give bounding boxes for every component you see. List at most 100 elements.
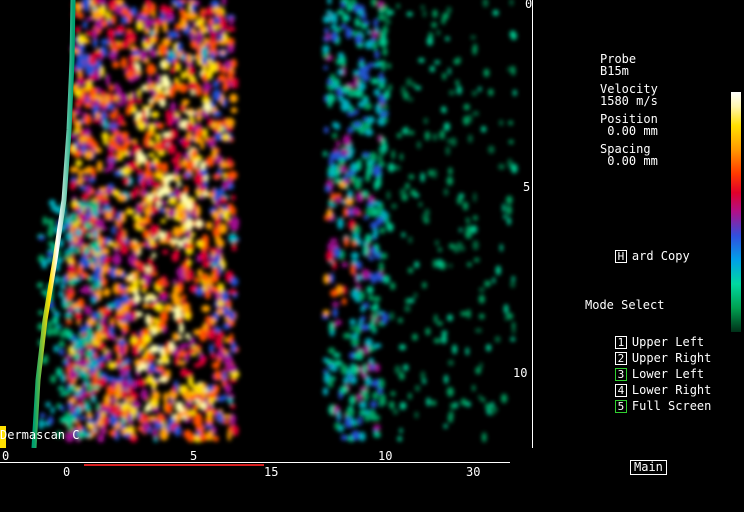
speckle-dot xyxy=(218,264,223,275)
speckle-dot xyxy=(137,168,143,175)
speckle-dot xyxy=(114,82,119,89)
speckle-dot xyxy=(337,68,344,76)
speckle-dot xyxy=(353,178,362,190)
speckle-dot xyxy=(86,383,94,393)
upper-axis-tick: 5 xyxy=(190,449,198,463)
speckle-dot xyxy=(399,188,407,197)
speckle-dot xyxy=(365,409,370,415)
speckle-dot xyxy=(401,85,406,96)
speckle-dot xyxy=(99,106,108,111)
speckle-dot xyxy=(201,305,211,313)
speckle-dot xyxy=(67,267,77,275)
speckle-dot xyxy=(181,415,187,420)
speckle-dot xyxy=(396,132,402,139)
speckle-dot xyxy=(366,286,374,294)
speckle-dot xyxy=(160,353,170,364)
speckle-dot xyxy=(397,436,403,442)
hard-copy-button[interactable]: Hard Copy xyxy=(586,235,690,277)
speckle-dot xyxy=(222,370,227,382)
speckle-dot xyxy=(230,341,237,354)
speckle-dot xyxy=(370,319,375,330)
speckle-dot xyxy=(136,378,147,387)
speckle-dot xyxy=(196,430,201,436)
speckle-dot xyxy=(349,318,356,326)
speckle-dot xyxy=(132,214,141,221)
speckle-dot xyxy=(443,188,449,196)
speckle-dot xyxy=(389,401,395,410)
speckle-dot xyxy=(180,71,186,80)
speckle-dot xyxy=(340,1,346,9)
speckle-dot xyxy=(383,274,390,284)
speckle-dot xyxy=(187,259,192,266)
speckle-dot xyxy=(156,199,161,209)
speckle-dot xyxy=(340,434,348,441)
speckle-dot xyxy=(147,76,152,86)
speckle-dot xyxy=(333,247,341,259)
speckle-dot xyxy=(88,177,96,183)
speckle-dot xyxy=(106,302,116,310)
speckle-dot xyxy=(330,289,339,297)
speckle-dot xyxy=(175,112,180,118)
speckle-dot xyxy=(484,280,491,287)
speckle-dot xyxy=(228,393,235,399)
speckle-dot xyxy=(227,70,234,81)
speckle-dot xyxy=(208,120,214,127)
speckle-dot xyxy=(77,12,84,19)
mode-full-screen-button[interactable]: 5 Full Screen xyxy=(586,385,711,427)
speckle-dot xyxy=(142,334,152,344)
speckle-dot xyxy=(399,344,406,351)
speckle-dot xyxy=(222,179,229,190)
speckle-dot xyxy=(354,324,362,336)
speckle-dot xyxy=(116,152,121,159)
speckle-dot xyxy=(438,247,442,252)
speckle-dot xyxy=(132,383,138,390)
speckle-dot xyxy=(426,36,434,46)
speckle-dot xyxy=(120,379,130,390)
speckle-dot xyxy=(408,174,415,180)
speckle-dot xyxy=(137,267,147,273)
speckle-dot xyxy=(333,78,341,83)
speckle-dot xyxy=(339,165,348,173)
speckle-dot xyxy=(120,57,127,69)
speckle-dot xyxy=(148,362,156,372)
speckle-dot xyxy=(75,60,85,71)
speckle-dot xyxy=(345,27,353,39)
speckle-dot xyxy=(66,257,74,264)
speckle-dot xyxy=(191,3,197,13)
speckle-dot xyxy=(204,424,214,429)
speckle-dot xyxy=(406,78,412,87)
speckle-dot xyxy=(158,230,166,240)
speckle-dot xyxy=(199,23,205,34)
speckle-dot xyxy=(216,396,226,402)
speckle-dot xyxy=(143,295,151,303)
speckle-dot xyxy=(82,21,88,29)
speckle-dot xyxy=(434,60,441,65)
speckle-dot xyxy=(117,114,124,126)
speckle-dot xyxy=(191,148,198,159)
speckle-dot xyxy=(323,369,328,374)
speckle-dot xyxy=(228,170,238,180)
speckle-dot xyxy=(334,422,341,431)
speckle-dot xyxy=(350,364,360,375)
speckle-dot xyxy=(456,196,463,205)
speckle-dot xyxy=(52,316,59,325)
speckle-dot xyxy=(185,121,194,133)
main-button[interactable]: Main xyxy=(630,460,667,475)
speckle-dot xyxy=(408,236,413,244)
speckle-dot xyxy=(481,432,487,443)
speckle-dot xyxy=(358,67,365,77)
speckle-dot xyxy=(134,259,141,267)
speckle-dot xyxy=(463,103,470,111)
speckle-dot xyxy=(134,186,139,195)
speckle-dot xyxy=(91,10,102,20)
speckle-dot xyxy=(448,89,455,96)
speckle-dot xyxy=(488,145,495,154)
speckle-dot xyxy=(415,85,422,91)
speckle-dot xyxy=(368,255,374,261)
speckle-dot xyxy=(162,21,168,33)
speckle-dot xyxy=(358,431,366,442)
speckle-dot xyxy=(139,279,145,285)
speckle-dot xyxy=(358,401,367,409)
speckle-dot xyxy=(107,159,115,171)
speckle-dot xyxy=(205,221,213,230)
